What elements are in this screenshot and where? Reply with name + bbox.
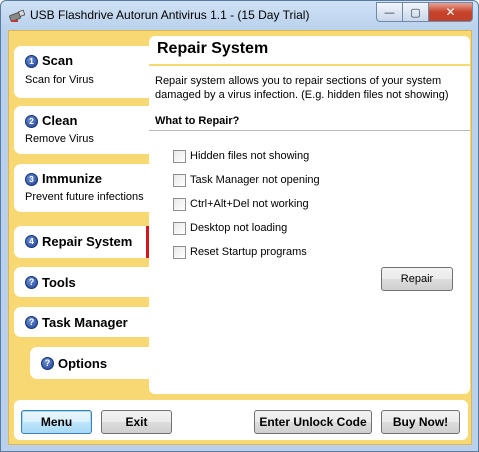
option-task-manager[interactable]: Task Manager not opening — [173, 173, 320, 187]
sidebar-item-scan[interactable]: 1 Scan Scan for Virus — [14, 46, 149, 98]
title-bar[interactable]: USB Flashdrive Autorun Antivirus 1.1 - (… — [1, 1, 478, 31]
option-label: Reset Startup programs — [190, 246, 307, 258]
maximize-icon: ▢ — [410, 5, 421, 19]
menu-button[interactable]: Menu — [21, 410, 92, 434]
number-badge-icon: 4 — [25, 235, 38, 248]
window-controls: — ▢ ✕ — [376, 2, 473, 22]
close-button[interactable]: ✕ — [429, 2, 473, 22]
repair-panel: Repair System Repair system allows you t… — [149, 36, 470, 394]
footer-bar: Menu Exit Enter Unlock Code Buy Now! — [14, 400, 468, 440]
option-label: Task Manager not opening — [190, 174, 320, 186]
option-ctrl-alt-del[interactable]: Ctrl+Alt+Del not working — [173, 197, 309, 211]
option-hidden-files[interactable]: Hidden files not showing — [173, 149, 309, 163]
sidebar-item-title: Repair System — [42, 234, 133, 249]
repair-button[interactable]: Repair — [381, 267, 453, 291]
title-divider — [149, 64, 470, 66]
sidebar-item-title: Options — [58, 356, 108, 371]
checkbox[interactable] — [173, 197, 186, 211]
enter-unlock-code-button[interactable]: Enter Unlock Code — [254, 410, 372, 434]
minimize-button[interactable]: — — [376, 2, 403, 22]
number-badge-icon: 3 — [25, 173, 38, 186]
sidebar-item-clean[interactable]: 2 Clean Remove Virus — [14, 106, 149, 154]
sidebar-item-title: Clean — [42, 113, 78, 128]
checkbox[interactable] — [173, 221, 186, 235]
sidebar-item-task-manager[interactable]: ? Task Manager — [14, 307, 149, 337]
help-icon: ? — [41, 357, 54, 370]
sidebar-item-subtitle: Prevent future infections — [25, 191, 144, 203]
sidebar-item-tools[interactable]: ? Tools — [14, 267, 149, 297]
close-icon: ✕ — [445, 5, 456, 19]
window-title: USB Flashdrive Autorun Antivirus 1.1 - (… — [30, 8, 310, 22]
exit-button[interactable]: Exit — [101, 410, 172, 434]
sidebar-item-repair-system[interactable]: 4 Repair System — [14, 226, 149, 258]
option-label: Hidden files not showing — [190, 150, 310, 162]
app-window: USB Flashdrive Autorun Antivirus 1.1 - (… — [0, 0, 479, 452]
minimize-icon: — — [384, 5, 395, 19]
section-divider — [149, 130, 470, 131]
number-badge-icon: 1 — [25, 55, 38, 68]
page-title: Repair System — [157, 40, 269, 57]
checkbox[interactable] — [173, 173, 186, 187]
checkbox[interactable] — [173, 149, 186, 163]
sidebar-item-title: Scan — [42, 53, 74, 68]
usb-drive-icon — [9, 9, 25, 22]
checkbox[interactable] — [173, 245, 186, 259]
buy-now-button[interactable]: Buy Now! — [381, 410, 460, 434]
help-icon: ? — [25, 316, 38, 329]
maximize-button[interactable]: ▢ — [403, 2, 429, 22]
option-reset-startup[interactable]: Reset Startup programs — [173, 245, 307, 259]
number-badge-icon: 2 — [25, 115, 38, 128]
section-heading: What to Repair? — [155, 115, 240, 127]
option-label: Desktop not loading — [190, 222, 288, 234]
option-desktop[interactable]: Desktop not loading — [173, 221, 287, 235]
sidebar-item-immunize[interactable]: 3 Immunize Prevent future infections — [14, 164, 149, 212]
sidebar-item-options[interactable]: ? Options — [30, 347, 149, 379]
help-icon: ? — [25, 276, 38, 289]
sidebar-item-subtitle: Scan for Virus — [25, 74, 94, 86]
option-label: Ctrl+Alt+Del not working — [190, 198, 309, 210]
client-area: 1 Scan Scan for Virus 2 Clean Remove Vir… — [8, 30, 472, 445]
sidebar-item-title: Immunize — [42, 171, 102, 186]
panel-description: Repair system allows you to repair secti… — [155, 75, 449, 101]
sidebar-item-title: Task Manager — [42, 315, 128, 330]
sidebar-item-title: Tools — [42, 275, 76, 290]
sidebar-item-subtitle: Remove Virus — [25, 133, 94, 145]
